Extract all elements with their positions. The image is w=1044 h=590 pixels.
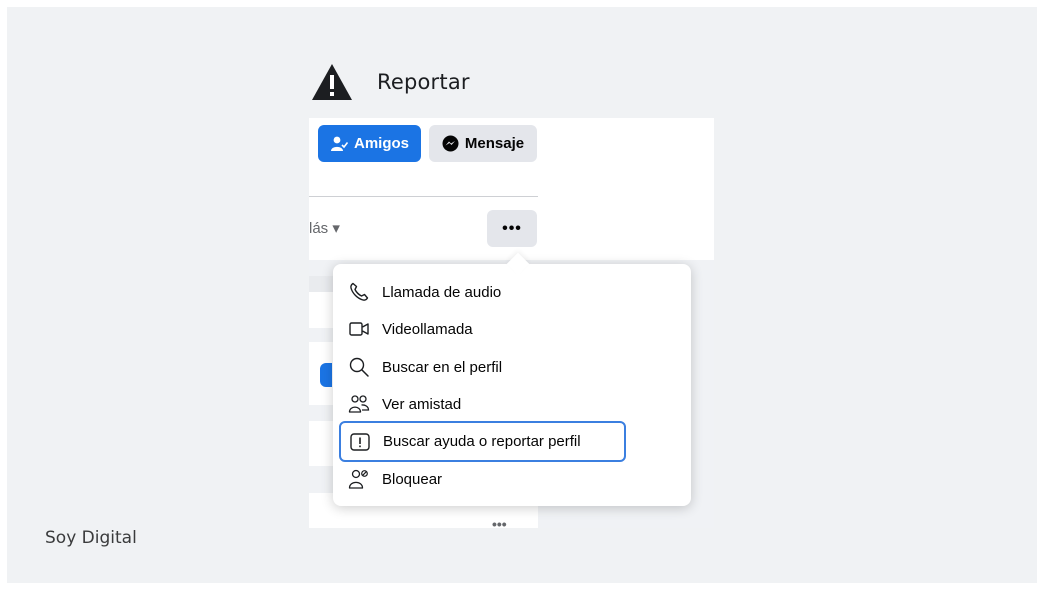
menu-item-label: Buscar en el perfil [382,358,503,376]
menu-item-label: Llamada de audio [382,283,502,301]
friends-button-label: Amigos [353,135,409,152]
friends-icon [330,136,348,151]
report-icon [350,432,370,451]
slide-heading: Reportar [311,62,470,102]
menu-item-report-profile[interactable]: Buscar ayuda o reportar perfil [339,421,626,462]
menu-item-label: Buscar ayuda o reportar perfil [383,433,581,450]
page-title: Reportar [377,70,470,94]
warning-icon [312,64,352,100]
menu-item-block[interactable]: Bloquear [340,462,624,496]
friendship-icon [348,395,370,413]
more-options-button[interactable]: ••• [487,210,537,247]
menu-item-label: Bloquear [382,470,443,488]
friends-button[interactable]: Amigos [318,125,421,162]
messenger-icon [442,135,459,152]
phone-icon [350,282,369,301]
brand-label: Soy Digital [45,528,137,548]
menu-item-video-call[interactable]: Videollamada [340,312,624,346]
search-icon [349,357,369,377]
block-user-icon [348,469,368,489]
menu-item-label: Videollamada [382,320,473,338]
message-button-label: Mensaje [464,135,525,152]
menu-item-label: Ver amistad [382,395,462,413]
more-options-icon: ••• [502,219,522,237]
more-options-menu: Llamada de audio Videollamada Buscar en … [333,252,691,506]
message-button[interactable]: Mensaje [429,125,537,162]
card-options-icon[interactable]: ••• [492,516,507,528]
friend-avatar-icon [320,363,332,387]
video-camera-icon [349,322,369,336]
menu-item-audio-call[interactable]: Llamada de audio [340,275,624,309]
divider [309,196,538,197]
menu-item-search-profile[interactable]: Buscar en el perfil [340,350,624,384]
more-tab[interactable]: lás ▾ [309,219,340,237]
menu-item-see-friendship[interactable]: Ver amistad [340,387,624,421]
